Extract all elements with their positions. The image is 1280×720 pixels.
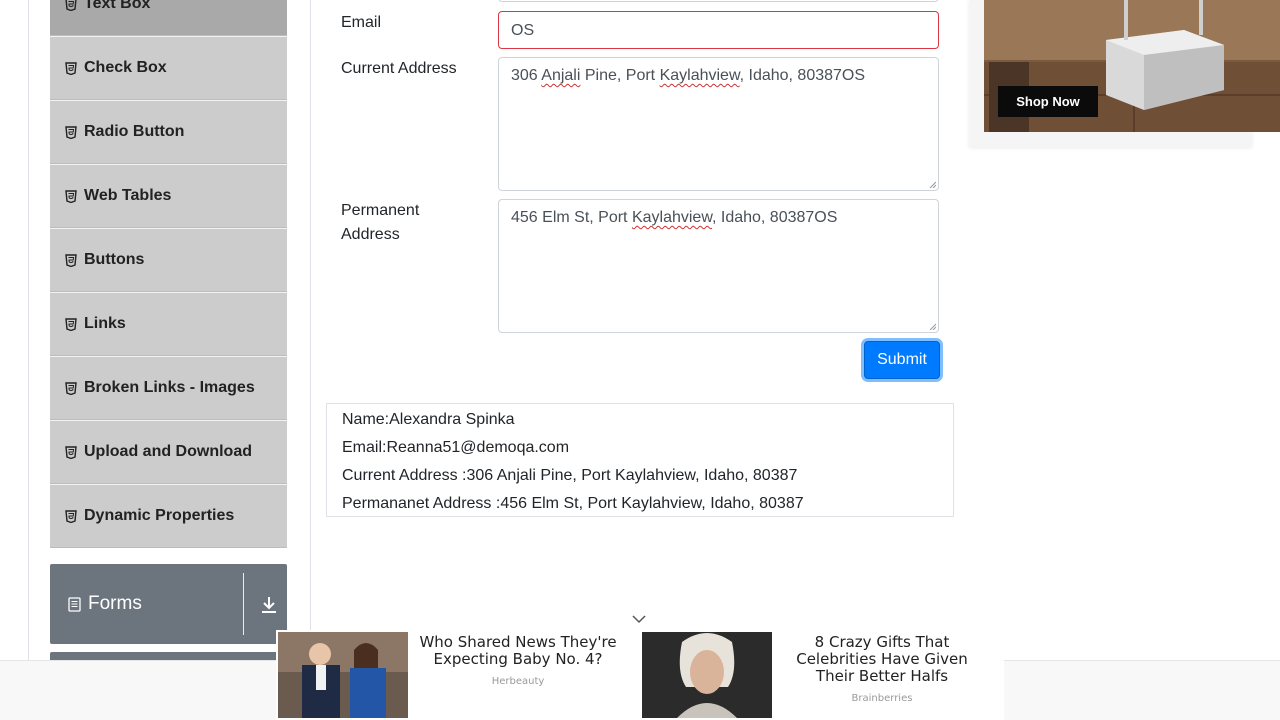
sidebar-item-check-box[interactable]: Check Box bbox=[50, 36, 287, 100]
ad-title[interactable]: Who Shared News They're Expecting Baby N… bbox=[411, 634, 625, 668]
html5-icon bbox=[65, 509, 77, 523]
content-divider bbox=[310, 0, 311, 720]
html5-icon bbox=[65, 125, 77, 139]
output-name: Name:Alexandra Spinka bbox=[342, 411, 515, 428]
sidebar-menu: Text Box Check Box Radio Button Web Tabl… bbox=[50, 0, 287, 548]
chevron-down-icon[interactable] bbox=[631, 613, 647, 625]
ad-title[interactable]: 8 Crazy Gifts That Celebrities Have Give… bbox=[782, 634, 982, 685]
email-label: Email bbox=[341, 14, 382, 31]
ad-text-2: 8 Crazy Gifts That Celebrities Have Give… bbox=[782, 634, 982, 705]
sidebar-item-label: Text Box bbox=[84, 0, 151, 12]
sidebar-item-links[interactable]: Links bbox=[50, 292, 287, 356]
current-address-label: Current Address bbox=[341, 60, 457, 77]
email-field[interactable]: OS bbox=[498, 11, 939, 49]
output-current-address: Current Address :306 Anjali Pine, Port K… bbox=[342, 467, 798, 484]
current-address-text: 306 Anjali Pine, Port Kaylahview, Idaho,… bbox=[511, 67, 866, 84]
output-panel: Name:Alexandra Spinka Email:Reanna51@dem… bbox=[326, 403, 954, 517]
group-header-forms[interactable]: Forms bbox=[50, 564, 287, 644]
ad-text-1: Who Shared News They're Expecting Baby N… bbox=[411, 634, 625, 688]
ad-thumbnail-couple bbox=[278, 632, 408, 718]
sidebar-divider bbox=[28, 0, 29, 720]
sidebar-item-label: Check Box bbox=[84, 59, 167, 76]
output-email: Email:Reanna51@demoqa.com bbox=[342, 439, 570, 456]
document-icon bbox=[68, 596, 81, 612]
html5-icon bbox=[65, 445, 77, 459]
sidebar-item-label: Buttons bbox=[84, 251, 145, 268]
html5-icon bbox=[65, 317, 77, 331]
html5-icon bbox=[65, 61, 77, 75]
current-address-textarea[interactable]: 306 Anjali Pine, Port Kaylahview, Idaho,… bbox=[498, 57, 939, 191]
html5-icon bbox=[65, 189, 77, 203]
sidebar-item-text-box[interactable]: Text Box bbox=[50, 0, 287, 36]
bottom-ad-card-1[interactable]: Who Shared News They're Expecting Baby N… bbox=[278, 632, 636, 718]
ad-thumbnail-celebrity bbox=[642, 632, 772, 718]
full-name-field-edge[interactable] bbox=[498, 0, 939, 2]
sidebar-item-upload-download[interactable]: Upload and Download bbox=[50, 420, 287, 484]
html5-icon bbox=[65, 253, 77, 267]
shop-now-button[interactable]: Shop Now bbox=[998, 86, 1098, 117]
permanent-address-textarea[interactable]: 456 Elm St, Port Kaylahview, Idaho, 8038… bbox=[498, 199, 939, 333]
ad-source: Herbeauty bbox=[491, 676, 545, 687]
sidebar-item-label: Broken Links - Images bbox=[84, 379, 255, 396]
html5-icon bbox=[65, 381, 77, 395]
page: Text Box Check Box Radio Button Web Tabl… bbox=[0, 0, 1280, 720]
output-permanent-address: Permananet Address :456 Elm St, Port Kay… bbox=[342, 495, 804, 512]
sidebar-item-broken-links[interactable]: Broken Links - Images bbox=[50, 356, 287, 420]
sidebar-item-radio-button[interactable]: Radio Button bbox=[50, 100, 287, 164]
sidebar-item-label: Web Tables bbox=[84, 187, 172, 204]
bottom-ad-card-2[interactable]: 8 Crazy Gifts That Celebrities Have Give… bbox=[642, 632, 1002, 718]
ad-source: Brainberries bbox=[851, 693, 913, 704]
permanent-address-label: Permanent Address bbox=[341, 202, 420, 243]
sidebar-item-label: Dynamic Properties bbox=[84, 507, 235, 524]
group-header-label: Forms bbox=[88, 593, 142, 614]
sidebar-item-dynamic-properties[interactable]: Dynamic Properties bbox=[50, 484, 287, 548]
resize-handle-icon[interactable] bbox=[929, 323, 936, 330]
permanent-address-text: 456 Elm St, Port Kaylahview, Idaho, 8038… bbox=[511, 209, 838, 226]
sidebar-item-label: Radio Button bbox=[84, 123, 185, 140]
email-value: OS bbox=[511, 22, 535, 39]
resize-handle-icon[interactable] bbox=[929, 181, 936, 188]
sidebar-item-buttons[interactable]: Buttons bbox=[50, 228, 287, 292]
sidebar-item-label: Upload and Download bbox=[84, 443, 252, 460]
download-arrow-icon[interactable] bbox=[260, 594, 278, 620]
group-header-separator bbox=[243, 573, 244, 635]
submit-button[interactable]: Submit bbox=[864, 341, 940, 379]
sidebar-item-web-tables[interactable]: Web Tables bbox=[50, 164, 287, 228]
sidebar-item-label: Links bbox=[84, 315, 126, 332]
html5-icon bbox=[65, 0, 77, 11]
